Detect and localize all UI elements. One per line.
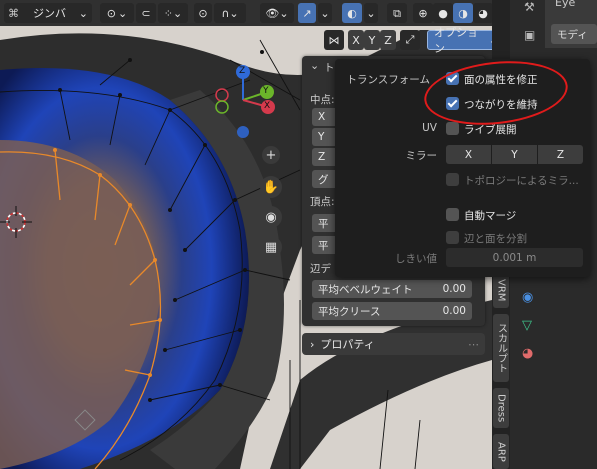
uv-section-label: UV: [422, 122, 437, 134]
material-icon[interactable]: ◕: [522, 346, 533, 361]
viewport-header: ⌘ ジンバ ⌄ ⊙ ⌄ ⊂ ⁘ ⌄ ⊙ ∩ ⌄ 👁 ⌄ ↗ ⌄ ◐ ⌄ ⧉ ⊕ …: [0, 0, 510, 26]
mirror-y-button[interactable]: Y: [364, 30, 380, 50]
auto-merge-checkbox[interactable]: [446, 208, 459, 221]
tab-vrm[interactable]: VRM: [493, 272, 509, 308]
mirror-x-button[interactable]: X: [348, 30, 364, 50]
overlay-toggle[interactable]: ◐: [342, 3, 362, 23]
solid-sphere-icon: ●: [438, 6, 448, 20]
split-edges-faces-checkbox[interactable]: [446, 231, 459, 244]
gizmo-dropdown[interactable]: ⌄: [318, 3, 332, 23]
threshold-label: しきい値: [395, 253, 437, 265]
pivot-icon: ⌘: [8, 6, 19, 20]
pivot-dropdown[interactable]: ⌘ ジンバ ⌄: [4, 3, 92, 23]
chevron-down-icon: ⌄: [279, 6, 289, 20]
median-label: 中点:: [310, 94, 335, 106]
visibility-dropdown[interactable]: 👁 ⌄: [260, 3, 294, 23]
chevron-right-icon: ›: [310, 337, 315, 351]
gizmo-z-label: Z: [239, 66, 246, 76]
chevron-down-icon: ⌄: [118, 6, 128, 20]
tool-icon[interactable]: ⚒: [524, 0, 535, 14]
camera-icon[interactable]: ◉: [260, 206, 282, 228]
crease-field[interactable]: 平均クリース 0.00: [312, 302, 472, 320]
wireframe-sphere-icon: ⊕: [418, 6, 428, 20]
mirror-section-label: ミラー: [405, 150, 438, 162]
panel-collapse-icon[interactable]: ⌄: [310, 59, 319, 72]
eye-icon: 👁: [265, 6, 280, 20]
pivot-label: ジンバ: [33, 7, 66, 20]
rendered-sphere-icon: ◕: [478, 6, 488, 20]
shading-material[interactable]: ◑: [453, 3, 473, 23]
threshold-field[interactable]: 0.001 m: [446, 248, 583, 267]
mirror-y-toggle[interactable]: Y: [492, 145, 537, 164]
physics-icon[interactable]: ◉: [522, 290, 533, 305]
chevron-down-icon: ⌄: [320, 6, 330, 20]
increment-grid-icon: ⁘: [163, 6, 173, 20]
falloff-curve-icon: ∩: [221, 6, 230, 20]
crease-label: 平均クリース: [318, 305, 381, 318]
bevel-weight-field[interactable]: 平均ベベルウェイト 0.00: [312, 280, 472, 298]
shading-rendered[interactable]: ◕: [473, 3, 493, 23]
zoom-icon[interactable]: +: [262, 146, 280, 164]
snap-icon: ⊙: [106, 6, 116, 20]
gizmo-y-label: Y: [263, 86, 269, 96]
mirror-z-toggle[interactable]: Z: [538, 145, 583, 164]
options-label: オプション: [434, 26, 478, 55]
properties-header: Eye モディ: [545, 0, 597, 48]
snap-increment-dropdown[interactable]: ⁘ ⌄: [158, 3, 188, 23]
xray-toggle[interactable]: ⧉: [387, 3, 407, 23]
chevron-down-icon: ⌄: [173, 6, 183, 20]
chevron-down-icon: ⌄: [229, 6, 239, 20]
overlay-dropdown[interactable]: ⌄: [364, 3, 378, 23]
overlay-icon: ◐: [347, 6, 357, 20]
tab-dress[interactable]: Dress: [493, 388, 509, 428]
render-icon[interactable]: ▣: [524, 28, 535, 42]
grid-ortho-icon[interactable]: ▦: [260, 236, 282, 258]
navigation-gizmo[interactable]: Z Y X: [210, 62, 280, 142]
hand-pan-icon[interactable]: ✋: [260, 176, 282, 198]
transform-panel-title[interactable]: ト: [324, 60, 335, 75]
magnet-icon: ⊂: [141, 6, 151, 20]
object-name-partial: Eye: [555, 0, 576, 9]
gizmo-arrow-icon: ↗: [302, 6, 312, 20]
properties-panel-header[interactable]: › プロパティ ⋯: [302, 333, 485, 355]
gizmo-toggle[interactable]: ↗: [298, 3, 316, 23]
xray-icon: ⧉: [393, 6, 401, 20]
snap-toggle[interactable]: ⊂: [136, 3, 156, 23]
shading-solid[interactable]: ●: [433, 3, 453, 23]
modifier-tab[interactable]: モディ: [551, 24, 597, 44]
snap-target-dropdown[interactable]: ⊙ ⌄: [100, 3, 134, 23]
falloff-dropdown[interactable]: ∩ ⌄: [214, 3, 246, 23]
data-mesh-icon[interactable]: ▽: [522, 318, 532, 333]
proportional-icon: ⊙: [198, 6, 208, 20]
auto-merge-icon[interactable]: ⤢: [400, 30, 420, 50]
gizmo-x-label: X: [264, 101, 271, 111]
modifier-label: モディ: [557, 28, 588, 41]
properties-title: プロパティ: [320, 338, 375, 351]
material-sphere-icon: ◑: [458, 6, 468, 20]
mirror-z-button[interactable]: Z: [380, 30, 396, 50]
bevel-weight-label: 平均ベベルウェイト: [318, 283, 413, 296]
transform-section-label: トランスフォーム: [346, 74, 430, 86]
chevron-down-icon: ⌄: [366, 6, 376, 20]
bevel-weight-value: 0.00: [442, 283, 466, 295]
auto-merge-label: 自動マージ: [464, 210, 517, 222]
tab-arp[interactable]: ARP: [493, 434, 509, 469]
tab-sculpt[interactable]: スカルプト: [493, 314, 509, 382]
proportional-edit-toggle[interactable]: ⊙: [194, 3, 212, 23]
edge-data-label: 辺デ: [310, 263, 331, 275]
shading-wireframe[interactable]: ⊕: [413, 3, 433, 23]
drag-handle-icon[interactable]: ⋯: [468, 339, 479, 350]
split-edges-faces-label: 辺と面を分割: [464, 233, 527, 245]
mirror-x-toggle[interactable]: X: [446, 145, 491, 164]
butterfly-icon[interactable]: ⋈: [324, 30, 344, 50]
crease-value: 0.00: [442, 305, 466, 317]
live-unwrap-checkbox[interactable]: [446, 122, 459, 135]
topology-mirror-label: トポロジーによるミラ...: [464, 175, 579, 187]
vertex-label: 頂点:: [310, 196, 335, 208]
mirror-toggles: ⋈ X Y Z ⤢: [322, 30, 422, 50]
topology-mirror-checkbox[interactable]: [446, 173, 459, 186]
chevron-down-icon: ⌄: [78, 6, 88, 20]
